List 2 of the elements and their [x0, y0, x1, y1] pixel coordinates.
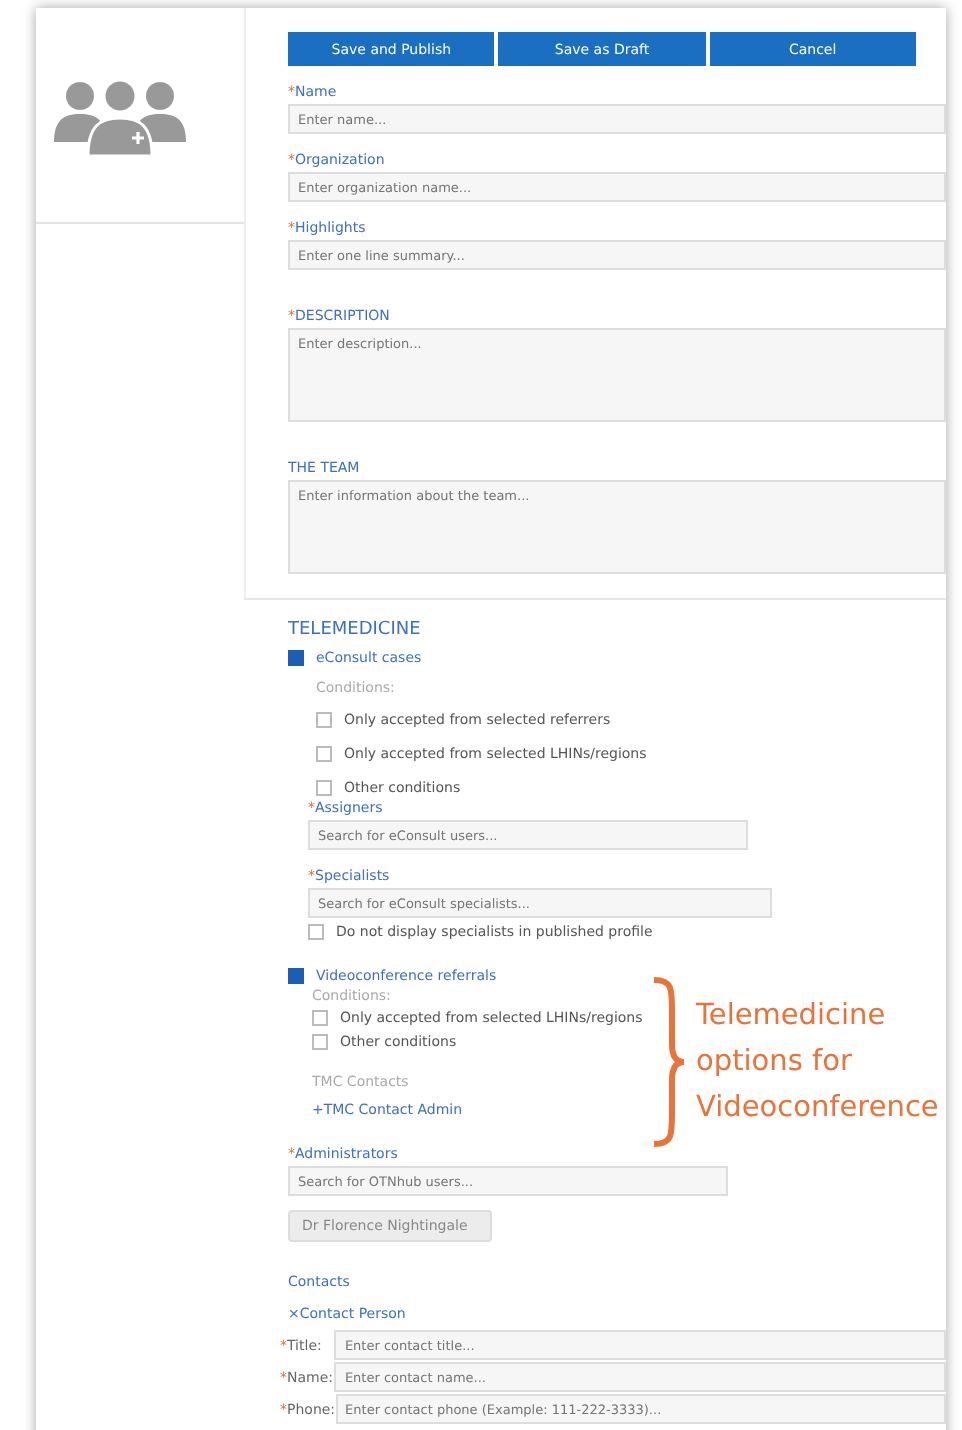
section-title: TELEMEDICINE — [288, 620, 423, 640]
annotation-text: Telemedicine options for Videoconference — [696, 997, 941, 1127]
